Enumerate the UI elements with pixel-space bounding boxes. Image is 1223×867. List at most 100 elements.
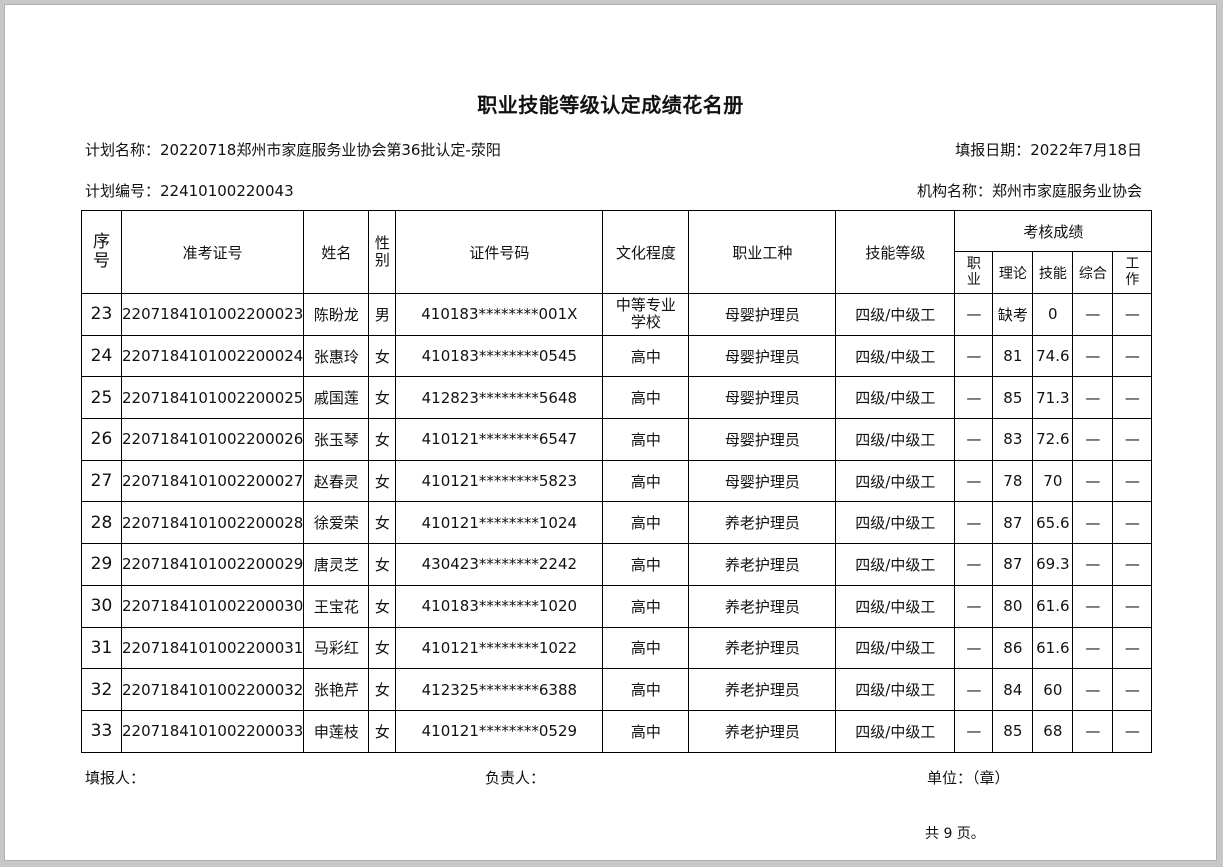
header-exam-no: 准考证号 bbox=[120, 210, 305, 294]
cell-occupation: 养老护理员 bbox=[688, 668, 837, 711]
table-row: 26 2207184101002200026 张玉琴女 410121********6… bbox=[81, 418, 1153, 461]
cell-score-job: — bbox=[954, 376, 994, 420]
cell-occupation: 养老护理员 bbox=[688, 584, 837, 628]
score-roster-table: 序号 准考证号 姓名 性别 证件号码 文化程度 职业工种 技能等级 考核成绩 职… bbox=[81, 210, 1153, 753]
cell-seq: 25 bbox=[81, 376, 122, 420]
cell-seq: 28 bbox=[81, 501, 122, 545]
cell-exam-no: 2207184101002200027 bbox=[120, 459, 305, 503]
plan-name: 计划名称：20220718郑州市家庭服务业协会第36批认定-荥阳 bbox=[85, 141, 501, 159]
cell-seq: 29 bbox=[81, 543, 122, 586]
cell-level: 四级/中级工 bbox=[835, 543, 956, 586]
table-row: 30 2207184101002200030 王宝花女 410183********1… bbox=[81, 584, 1153, 628]
cell-score-job: — bbox=[954, 668, 994, 711]
cell-level: 四级/中级工 bbox=[835, 293, 956, 336]
cell-sex: 女 bbox=[368, 334, 397, 378]
header-score-comprehensive: 综合 bbox=[1072, 251, 1114, 294]
cell-id-no: 410121********0529 bbox=[395, 709, 604, 753]
cell-id-no: 410121********5823 bbox=[395, 459, 604, 503]
table-row: 25 2207184101002200025 戚国莲女 412823********5… bbox=[81, 376, 1153, 420]
cell-id-no: 410183********001X bbox=[395, 293, 604, 336]
cell-score-skill: 68 bbox=[1032, 709, 1074, 753]
cell-name: 申莲枝 bbox=[303, 709, 370, 753]
cell-name: 张惠玲 bbox=[303, 334, 370, 378]
cell-sex: 女 bbox=[368, 418, 397, 461]
cell-sex: 女 bbox=[368, 584, 397, 628]
cell-level: 四级/中级工 bbox=[835, 584, 956, 628]
cell-level: 四级/中级工 bbox=[835, 668, 956, 711]
cell-exam-no: 2207184101002200033 bbox=[120, 709, 305, 753]
cell-score-work: — bbox=[1112, 293, 1153, 336]
cell-seq: 26 bbox=[81, 418, 122, 461]
cell-education: 高中 bbox=[602, 709, 690, 753]
cell-occupation: 养老护理员 bbox=[688, 709, 837, 753]
header-name: 姓名 bbox=[303, 210, 370, 294]
cell-name: 王宝花 bbox=[303, 584, 370, 628]
cell-score-skill: 65.6 bbox=[1032, 501, 1074, 545]
table-row: 29 2207184101002200029 唐灵芝女 430423********2… bbox=[81, 543, 1153, 586]
cell-education: 高中 bbox=[602, 376, 690, 420]
header-score-work-label: 工作 bbox=[1125, 256, 1140, 288]
header-sex: 性别 bbox=[368, 210, 397, 294]
cell-occupation: 母婴护理员 bbox=[688, 334, 837, 378]
cell-score-comprehensive: — bbox=[1072, 376, 1114, 420]
cell-sex: 女 bbox=[368, 376, 397, 420]
cell-id-no: 410183********0545 bbox=[395, 334, 604, 378]
cell-education: 高中 bbox=[602, 668, 690, 711]
cell-score-comprehensive: — bbox=[1072, 668, 1114, 711]
cell-occupation: 养老护理员 bbox=[688, 543, 837, 586]
cell-name: 张玉琴 bbox=[303, 418, 370, 461]
cell-sex: 女 bbox=[368, 501, 397, 545]
cell-score-comprehensive: — bbox=[1072, 418, 1114, 461]
cell-score-theory: 78 bbox=[992, 459, 1034, 503]
header-scores: 考核成绩 bbox=[954, 210, 1153, 252]
cell-seq: 31 bbox=[81, 626, 122, 670]
cell-score-theory: 缺考 bbox=[992, 293, 1034, 336]
table-row: 33 2207184101002200033 申莲枝女 410121********0… bbox=[81, 709, 1153, 753]
cell-score-job: — bbox=[954, 543, 994, 586]
cell-level: 四级/中级工 bbox=[835, 459, 956, 503]
cell-seq: 33 bbox=[81, 709, 122, 753]
cell-score-work: — bbox=[1112, 376, 1153, 420]
cell-score-comprehensive: — bbox=[1072, 501, 1114, 545]
header-score-skill: 技能 bbox=[1032, 251, 1074, 294]
cell-score-work: — bbox=[1112, 709, 1153, 753]
cell-name: 戚国莲 bbox=[303, 376, 370, 420]
cell-name: 陈盼龙 bbox=[303, 293, 370, 336]
cell-id-no: 410121********1022 bbox=[395, 626, 604, 670]
cell-exam-no: 2207184101002200032 bbox=[120, 668, 305, 711]
cell-score-job: — bbox=[954, 501, 994, 545]
cell-score-theory: 84 bbox=[992, 668, 1034, 711]
cell-score-comprehensive: — bbox=[1072, 626, 1114, 670]
cell-score-theory: 80 bbox=[992, 584, 1034, 628]
cell-score-comprehensive: — bbox=[1072, 334, 1114, 378]
header-seq: 序号 bbox=[81, 210, 122, 294]
cell-sex: 女 bbox=[368, 626, 397, 670]
cell-exam-no: 2207184101002200029 bbox=[120, 543, 305, 586]
cell-score-theory: 87 bbox=[992, 501, 1034, 545]
cell-score-job: — bbox=[954, 293, 994, 336]
cell-score-theory: 85 bbox=[992, 709, 1034, 753]
cell-score-skill: 61.6 bbox=[1032, 584, 1074, 628]
cell-exam-no: 2207184101002200024 bbox=[120, 334, 305, 378]
cell-exam-no: 2207184101002200026 bbox=[120, 418, 305, 461]
cell-education: 高中 bbox=[602, 459, 690, 503]
cell-score-skill: 61.6 bbox=[1032, 626, 1074, 670]
cell-education: 高中 bbox=[602, 418, 690, 461]
cell-sex: 女 bbox=[368, 543, 397, 586]
cell-name: 赵春灵 bbox=[303, 459, 370, 503]
header-id-no: 证件号码 bbox=[395, 210, 604, 294]
cell-score-work: — bbox=[1112, 584, 1153, 628]
cell-level: 四级/中级工 bbox=[835, 626, 956, 670]
cell-seq: 24 bbox=[81, 334, 122, 378]
cell-id-no: 412823********5648 bbox=[395, 376, 604, 420]
header-sex-label: 性别 bbox=[374, 234, 390, 269]
leader-label: 负责人： bbox=[485, 769, 546, 787]
cell-education: 高中 bbox=[602, 334, 690, 378]
cell-education: 高中 bbox=[602, 543, 690, 586]
cell-id-no: 410121********6547 bbox=[395, 418, 604, 461]
cell-score-skill: 70 bbox=[1032, 459, 1074, 503]
filler-label: 填报人： bbox=[85, 769, 146, 787]
cell-id-no: 430423********2242 bbox=[395, 543, 604, 586]
cell-score-work: — bbox=[1112, 501, 1153, 545]
cell-score-comprehensive: — bbox=[1072, 293, 1114, 336]
